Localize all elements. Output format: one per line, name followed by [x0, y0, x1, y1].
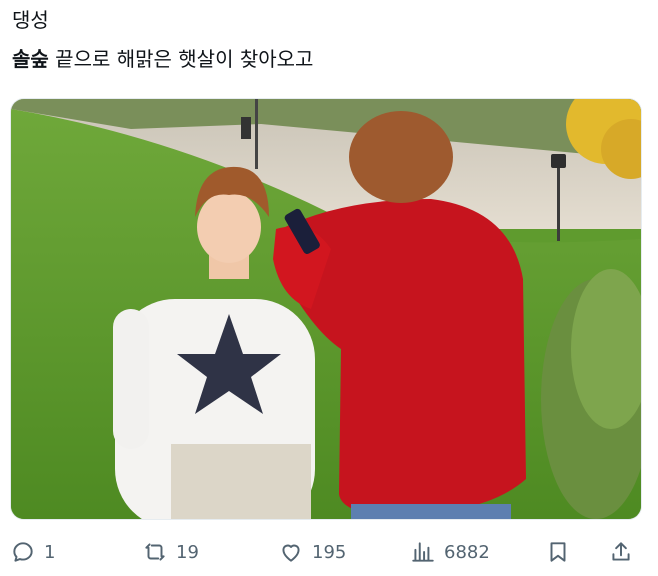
share-icon [612, 542, 630, 561]
tweet-text-rest: 끝으로 해맑은 햇살이 찾아오고 [48, 47, 314, 71]
tweet-text: 솔숲 끝으로 해맑은 햇살이 찾아오고 [12, 45, 313, 73]
reply-count: 1 [44, 541, 56, 563]
author-name[interactable]: 댕성 [12, 6, 49, 34]
bookmark-icon [550, 542, 566, 562]
bookmark-button[interactable] [545, 530, 571, 574]
action-bar: 1 19 195 6882 [0, 530, 658, 574]
retweet-button[interactable]: 19 [142, 530, 199, 574]
tweet-text-bold: 솔숲 [12, 47, 49, 71]
reply-button[interactable]: 1 [10, 530, 55, 574]
reply-icon [13, 542, 33, 562]
share-button[interactable] [608, 530, 634, 574]
like-count: 195 [312, 541, 347, 563]
retweet-count: 19 [176, 541, 199, 563]
photo-illustration [11, 99, 641, 519]
like-button[interactable]: 195 [278, 530, 346, 574]
views-chart-icon [412, 542, 434, 562]
tweet-photo[interactable] [10, 98, 642, 520]
retweet-icon [145, 543, 165, 561]
views-button[interactable]: 6882 [410, 530, 490, 574]
heart-icon [282, 544, 300, 562]
view-count: 6882 [444, 541, 490, 563]
